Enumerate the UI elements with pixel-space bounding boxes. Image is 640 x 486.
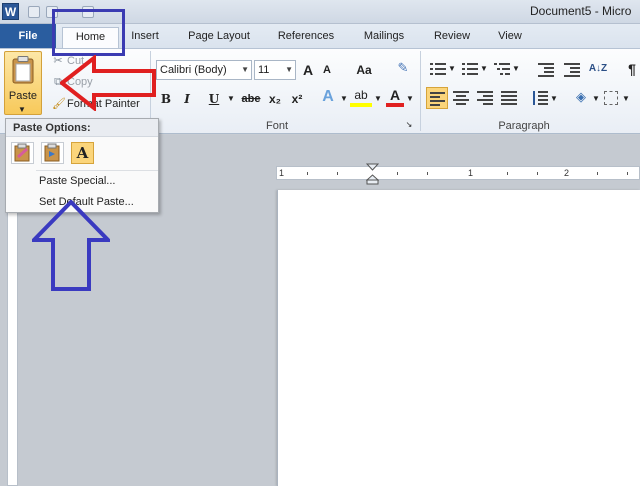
text-highlight-button[interactable]: ab: [350, 87, 372, 107]
tab-review[interactable]: Review: [426, 27, 478, 48]
chevron-down-icon[interactable]: ▼: [448, 59, 456, 79]
font-color-button[interactable]: A: [386, 87, 404, 107]
align-left-button[interactable]: [426, 87, 448, 109]
keep-text-only-button[interactable]: A: [71, 142, 94, 164]
tab-insert[interactable]: Insert: [124, 27, 166, 48]
chevron-down-icon[interactable]: ▼: [340, 89, 348, 109]
bullets-icon[interactable]: [430, 62, 446, 76]
chevron-down-icon[interactable]: ▼: [550, 89, 558, 109]
change-case-button[interactable]: Aa: [352, 60, 376, 80]
align-center-icon[interactable]: [453, 91, 469, 105]
chevron-down-icon[interactable]: ▼: [622, 89, 630, 109]
sort-button[interactable]: A↓Z: [588, 59, 608, 79]
grow-font-button[interactable]: A: [300, 60, 316, 80]
italic-button[interactable]: I: [180, 89, 194, 109]
decrease-indent-icon[interactable]: [538, 62, 554, 77]
merge-formatting-icon[interactable]: [41, 142, 64, 164]
paragraph-group-label: Paragraph: [498, 120, 550, 132]
blue-arrow-annotation: [32, 200, 110, 291]
ruler-label: 1: [468, 168, 474, 178]
chevron-down-icon[interactable]: ▼: [18, 105, 26, 114]
ruler-label: 1: [279, 168, 285, 178]
document-page[interactable]: [277, 190, 640, 486]
paste-label: Paste: [8, 90, 38, 102]
chevron-down-icon[interactable]: ▼: [512, 59, 520, 79]
save-icon[interactable]: [28, 6, 40, 18]
superscript-button[interactable]: x²: [288, 89, 306, 109]
red-arrow-annotation: [60, 55, 156, 111]
multilevel-list-icon[interactable]: [494, 62, 510, 76]
tab-references[interactable]: References: [270, 27, 342, 48]
subscript-button[interactable]: x₂: [266, 89, 284, 109]
line-spacing-icon[interactable]: [532, 91, 548, 105]
justify-icon[interactable]: [501, 91, 517, 105]
paste-options-header: Paste Options:: [6, 119, 158, 137]
strikethrough-button[interactable]: abe: [240, 89, 262, 109]
tab-file[interactable]: File: [0, 24, 56, 48]
ruler-tick: [627, 172, 628, 175]
horizontal-ruler[interactable]: 1 1 2: [276, 166, 640, 180]
text-effects-button[interactable]: A: [318, 87, 338, 107]
show-formatting-marks-button[interactable]: ¶: [624, 59, 640, 79]
chevron-down-icon[interactable]: ▼: [285, 61, 293, 79]
ruler-tick: [397, 172, 398, 175]
font-group-label: Font: [265, 120, 288, 132]
clipboard-icon: [12, 56, 34, 84]
increase-indent-icon[interactable]: [564, 62, 580, 77]
chevron-down-icon[interactable]: ▼: [406, 89, 414, 109]
shading-icon[interactable]: ◈: [572, 87, 590, 107]
keep-source-formatting-icon[interactable]: [11, 142, 34, 164]
chevron-down-icon[interactable]: ▼: [374, 89, 382, 109]
home-highlight-box: [52, 9, 125, 56]
group-separator: [420, 51, 421, 131]
ruler-label: 2: [564, 168, 570, 178]
chevron-down-icon[interactable]: ▼: [226, 89, 236, 109]
dialog-launcher-icon[interactable]: ↘: [404, 119, 414, 131]
paste-button[interactable]: Paste ▼: [4, 51, 42, 115]
menu-separator: [36, 170, 158, 171]
bold-button[interactable]: B: [158, 89, 174, 109]
align-right-icon[interactable]: [477, 91, 493, 105]
word-app-icon[interactable]: W: [2, 3, 19, 20]
chevron-down-icon[interactable]: ▼: [241, 61, 249, 79]
ruler-tick: [427, 172, 428, 175]
ruler-tick: [537, 172, 538, 175]
tab-mailings[interactable]: Mailings: [354, 27, 414, 48]
chevron-down-icon[interactable]: ▼: [480, 59, 488, 79]
clear-formatting-icon[interactable]: ✎: [394, 58, 412, 78]
paste-dropdown-menu: Paste Options: A Paste Special... Set De…: [5, 118, 159, 213]
ruler-tick: [307, 172, 308, 175]
indent-marker-icon[interactable]: [366, 163, 379, 185]
window-title: Document5 - Micro: [530, 4, 632, 18]
font-name-value: Calibri (Body): [160, 64, 227, 76]
font-size-combo[interactable]: 11 ▼: [254, 60, 296, 80]
shrink-font-button[interactable]: A: [320, 60, 334, 80]
borders-icon[interactable]: [604, 91, 618, 105]
ruler-tick: [597, 172, 598, 175]
paste-special-item[interactable]: Paste Special...: [39, 172, 115, 190]
ruler-tick: [337, 172, 338, 175]
tab-page-layout[interactable]: Page Layout: [180, 27, 258, 48]
ruler-tick: [507, 172, 508, 175]
font-name-combo[interactable]: Calibri (Body) ▼: [156, 60, 252, 80]
chevron-down-icon[interactable]: ▼: [592, 89, 600, 109]
font-size-value: 11: [258, 64, 270, 76]
tab-view[interactable]: View: [488, 27, 532, 48]
underline-button[interactable]: U: [206, 89, 222, 109]
numbering-icon[interactable]: [462, 62, 478, 76]
